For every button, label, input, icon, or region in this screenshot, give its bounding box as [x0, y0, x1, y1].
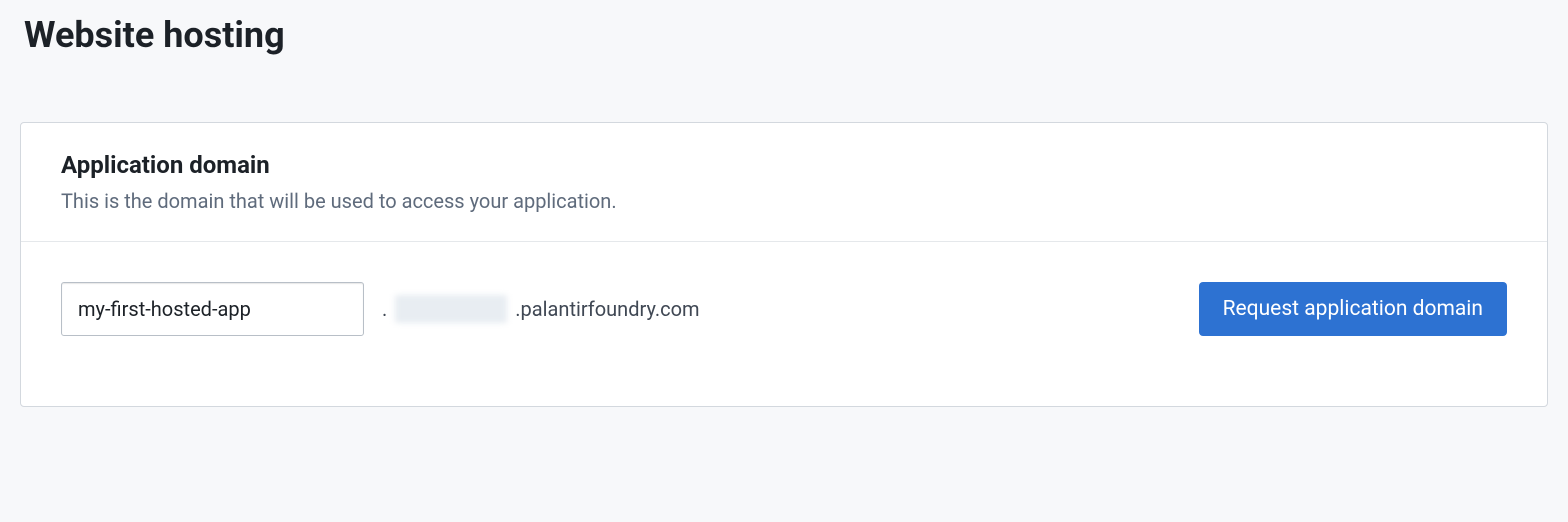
domain-row: . .palantirfoundry.com [61, 282, 700, 336]
request-application-domain-button[interactable]: Request application domain [1199, 282, 1507, 336]
card-body: . .palantirfoundry.com Request applicati… [21, 242, 1547, 406]
domain-input[interactable] [61, 282, 364, 336]
domain-redacted [395, 295, 507, 323]
card-header-title: Application domain [61, 151, 1507, 179]
domain-suffix-text: .palantirfoundry.com [515, 297, 699, 321]
domain-dot: . [382, 297, 387, 321]
page-title: Website hosting [0, 0, 1568, 66]
domain-suffix-wrap: . .palantirfoundry.com [382, 295, 700, 323]
application-domain-card: Application domain This is the domain th… [20, 122, 1548, 407]
card-header-description: This is the domain that will be used to … [61, 189, 1507, 213]
card-header: Application domain This is the domain th… [21, 123, 1547, 242]
